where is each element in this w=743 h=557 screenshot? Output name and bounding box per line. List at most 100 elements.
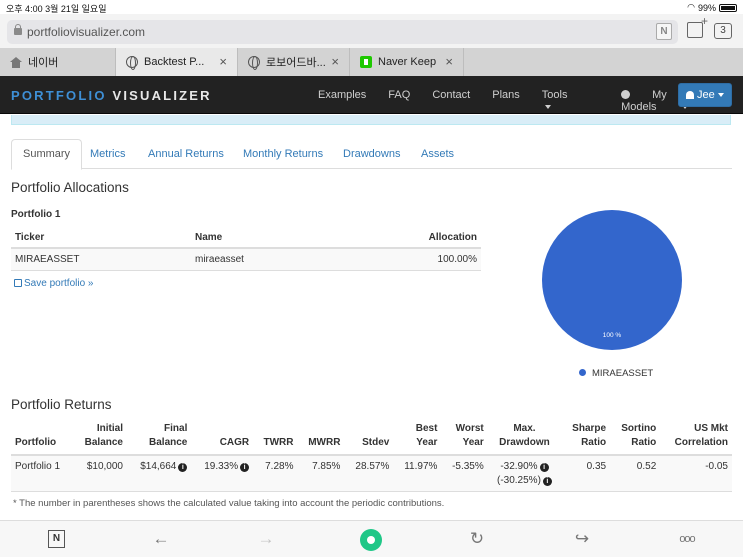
nav-tools-dropdown[interactable]: Tools (542, 89, 599, 113)
portfolio-label: Portfolio 1 (11, 209, 61, 220)
globe-icon (248, 56, 260, 70)
cell-allocation: 100.00% (336, 248, 481, 271)
status-right: ◠ 99% (687, 2, 737, 13)
table-row: Portfolio 1 $10,000 $14,664 i 19.33% i 7.2… (11, 455, 732, 492)
save-portfolio-label: Save portfolio » (24, 278, 94, 289)
footnote: * The number in parentheses shows the ca… (13, 498, 445, 509)
browser-tab-label: 로보어드바... (266, 57, 326, 69)
col-worst-year: Worst Year (441, 420, 488, 456)
browser-tab-roboadvisor[interactable]: 로보어드바... × (238, 48, 350, 76)
col-sortino-line1: Sortino (621, 423, 657, 434)
col-initial-line1: Initial (96, 423, 123, 434)
cell-ticker: MIRAEASSET (11, 248, 191, 271)
info-icon[interactable]: i (240, 463, 250, 472)
tab-summary[interactable]: Summary (11, 139, 83, 170)
tab-monthly-returns[interactable]: Monthly Returns (243, 139, 323, 169)
tab-drawdowns[interactable]: Drawdowns (343, 139, 400, 169)
back-arrow-icon[interactable]: ← (149, 529, 173, 549)
nav-plans[interactable]: Plans (492, 89, 520, 113)
site-logo[interactable]: PORTFOLIO VISUALIZER (11, 88, 212, 103)
col-us-mkt-correlation: US Mkt Correlation (660, 420, 732, 456)
col-initial-line2: Balance (84, 437, 123, 448)
save-portfolio-link[interactable]: Save portfolio » (14, 278, 94, 289)
cell-usmkt: -0.05 (660, 455, 732, 492)
col-final-balance: Final Balance (127, 420, 192, 456)
cell-final: $14,664 i (127, 455, 192, 492)
col-initial-balance: Initial Balance (72, 420, 127, 456)
col-allocation: Allocation (336, 228, 481, 249)
col-portfolio: Portfolio (11, 420, 73, 456)
browser-tab-naver[interactable]: 네이버 (0, 48, 116, 76)
tab-annual-returns[interactable]: Annual Returns (148, 139, 224, 169)
battery-percent: 99% (697, 2, 716, 13)
cell-initial: $10,000 (72, 455, 127, 492)
col-portfolio-label: Portfolio (15, 437, 57, 448)
url-text: portfoliovisualizer.com (27, 25, 146, 39)
close-tab-icon[interactable]: × (219, 54, 227, 69)
nav-contact[interactable]: Contact (432, 89, 470, 113)
url-field[interactable]: portfoliovisualizer.com N (7, 20, 678, 44)
legend-label: MIRAEASSET (592, 368, 654, 379)
caret-down-icon (544, 105, 551, 110)
user-icon (686, 91, 694, 99)
site-navbar: PORTFOLIO VISUALIZER Examples FAQ Contac… (0, 76, 743, 114)
logo-visualizer: VISUALIZER (112, 88, 212, 103)
col-best-year: Best Year (393, 420, 442, 456)
globe-icon (126, 56, 138, 70)
green-smart-button[interactable] (360, 529, 382, 551)
bottom-toolbar: N ← → ↻ ↪ ooo (0, 520, 743, 557)
user-menu-button[interactable]: Jee (678, 83, 732, 107)
col-stdev: Stdev (344, 420, 394, 456)
nav-faq[interactable]: FAQ (388, 89, 410, 113)
col-final-line1: Final (164, 423, 188, 434)
col-cagr: CAGR (191, 420, 254, 456)
col-max-drawdown: Max. Drawdown (487, 420, 562, 456)
cell-best: 11.97% (393, 455, 442, 492)
browser-tab-naver-keep[interactable]: Naver Keep × (350, 48, 464, 76)
col-stdev-label: Stdev (362, 437, 390, 448)
more-options-icon[interactable]: ooo (672, 529, 702, 549)
new-tab-icon[interactable] (687, 14, 708, 38)
cell-maxdd-periodic: (-30.25%) (497, 475, 541, 486)
info-icon[interactable]: i (178, 463, 188, 472)
nav-tools-label: Tools (541, 89, 568, 101)
col-usmkt-line1: US Mkt (694, 423, 728, 434)
close-tab-icon[interactable]: × (445, 54, 453, 69)
home-icon (10, 56, 22, 68)
allocation-table: Ticker Name Allocation MIRAEASSET miraea… (11, 228, 481, 271)
col-sharpe-line1: Sharpe (572, 423, 607, 434)
col-sortino-line2: Ratio (631, 437, 657, 448)
results-tabs: Summary Metrics Annual Returns Monthly R… (11, 139, 732, 170)
browser-tab-backtest[interactable]: Backtest P... × (116, 48, 238, 76)
tab-metrics[interactable]: Metrics (90, 139, 125, 169)
col-worst-line1: Worst (455, 423, 484, 434)
naver-n-button[interactable]: N (48, 530, 65, 548)
reload-icon[interactable]: ↻ (465, 529, 489, 549)
returns-table: Portfolio Initial Balance Final Balance CA… (11, 420, 732, 492)
browser-tab-label: 네이버 (28, 57, 59, 69)
tab-assets[interactable]: Assets (421, 139, 454, 169)
info-icon[interactable]: i (539, 463, 549, 472)
cell-sharpe: 0.35 (561, 455, 611, 492)
nav-examples[interactable]: Examples (318, 89, 366, 113)
tab-count-button[interactable]: 3 (714, 23, 732, 39)
legend-swatch (579, 369, 586, 376)
forward-arrow-icon[interactable]: → (254, 529, 278, 549)
reader-n-icon[interactable]: N (656, 23, 672, 40)
col-twrr: TWRR (253, 420, 298, 456)
col-sortino: Sortino Ratio (610, 420, 661, 456)
col-mwrr: MWRR (297, 420, 345, 456)
col-final-line2: Balance (149, 437, 188, 448)
cell-cagr-value: 19.33% (204, 461, 239, 472)
floppy-disk-icon (14, 279, 22, 287)
col-twrr-label: TWRR (263, 437, 294, 448)
share-icon[interactable]: ↪ (570, 529, 594, 549)
close-tab-icon[interactable]: × (331, 54, 339, 69)
logo-portfolio: PORTFOLIO (11, 88, 107, 103)
allocation-pie-chart: 100 % (538, 206, 686, 354)
col-best-line1: Best (415, 423, 438, 434)
info-icon[interactable]: i (542, 477, 552, 486)
allocations-heading: Portfolio Allocations (11, 180, 129, 195)
cell-maxdd: -32.90% i (-30.25%) i (487, 455, 562, 492)
cell-sortino: 0.52 (610, 455, 661, 492)
